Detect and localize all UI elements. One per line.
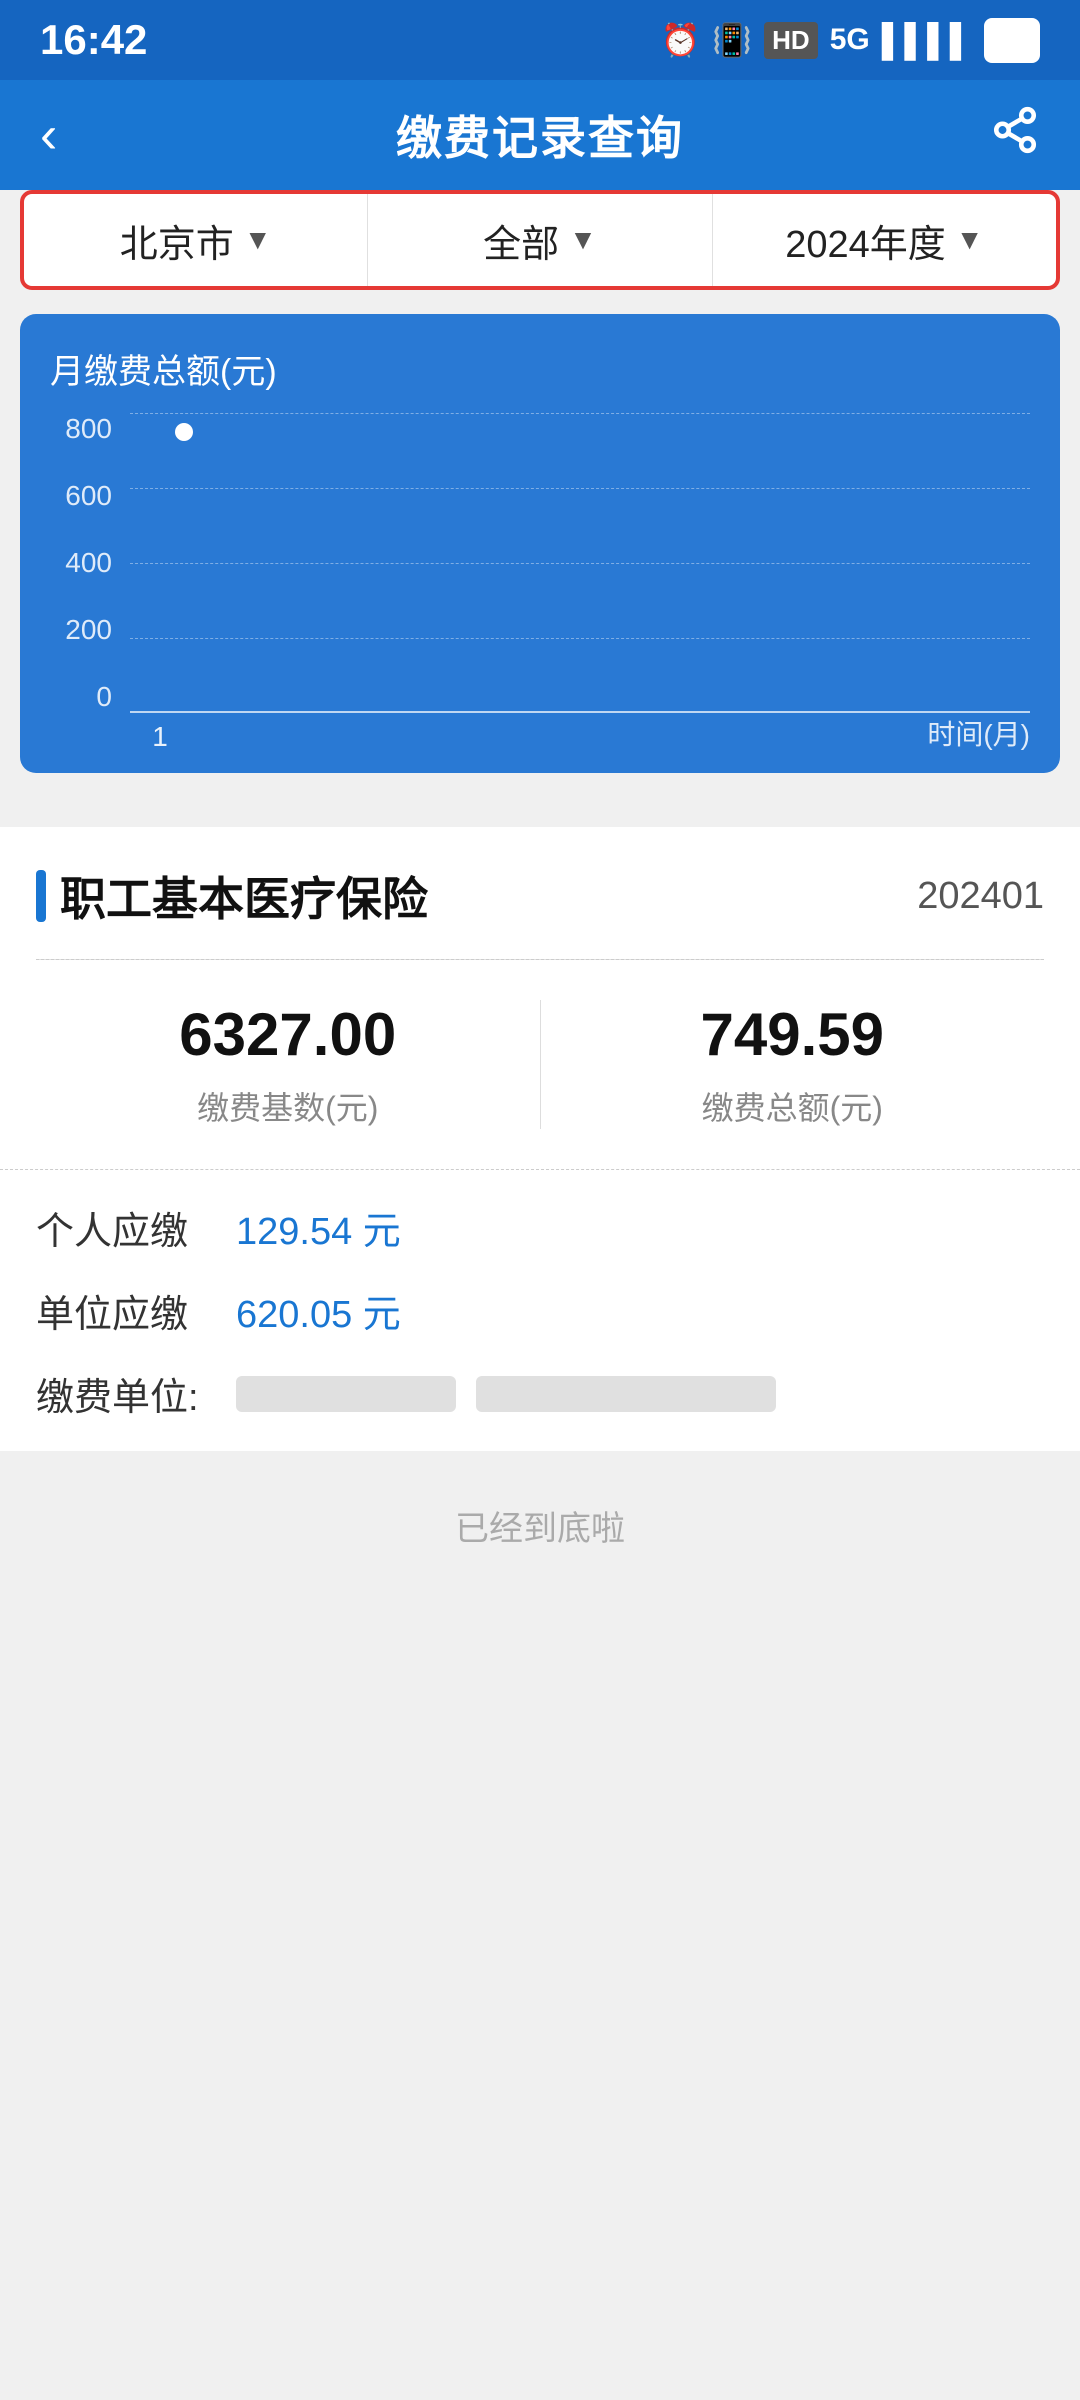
hd-icon: HD: [764, 22, 818, 59]
alarm-icon: ⏰: [660, 21, 700, 59]
payer-blur-1: [236, 1376, 456, 1412]
type-dropdown-icon: ▼: [569, 224, 597, 256]
signal-icon: ▌▌▌▌: [882, 22, 973, 59]
section-title-wrap: 职工基本医疗保险: [36, 863, 428, 929]
base-amount-label: 缴费基数(元): [197, 1083, 378, 1129]
grid-line-600: [130, 488, 1030, 489]
chart-x-labels: 1: [50, 721, 1030, 753]
city-label: 北京市: [120, 213, 234, 268]
y-label-600: 600: [50, 480, 120, 512]
personal-amount: 129.54 元: [236, 1200, 401, 1255]
chart-baseline: [130, 711, 1030, 713]
unit-row: 单位应缴 620.05 元: [36, 1283, 1044, 1338]
year-dropdown-icon: ▼: [956, 224, 984, 256]
x-label-1: 1: [130, 721, 190, 753]
payer-blur-2: [476, 1376, 776, 1412]
type-label: 全部: [483, 213, 559, 268]
total-amount-value: 749.59: [700, 1000, 884, 1069]
app-bar: ‹ 缴费记录查询: [0, 80, 1080, 190]
back-button[interactable]: ‹: [40, 105, 100, 165]
unit-amount: 620.05 元: [236, 1283, 401, 1338]
chart-container: 月缴费总额(元) 800 600 400 200 0 1 时间(: [20, 314, 1060, 773]
year-filter[interactable]: 2024年度 ▼: [713, 194, 1056, 286]
chart-y-labels: 800 600 400 200 0: [50, 413, 120, 713]
payer-row: 缴费单位:: [36, 1366, 1044, 1421]
page-title: 缴费记录查询: [396, 102, 684, 168]
share-button[interactable]: [980, 105, 1040, 166]
insurance-date: 202401: [917, 875, 1044, 918]
battery-indicator: 67: [984, 18, 1040, 63]
main-numbers: 6327.00 缴费基数(元) 749.59 缴费总额(元): [36, 1000, 1044, 1129]
total-amount-label: 缴费总额(元): [702, 1083, 883, 1129]
filter-bar: 北京市 ▼ 全部 ▼ 2024年度 ▼: [20, 190, 1060, 290]
grid-line-400: [130, 563, 1030, 564]
bottom-tip: 已经到底啦: [0, 1451, 1080, 1610]
grid-line-200: [130, 638, 1030, 639]
status-icons: ⏰ 📳 HD 5G ▌▌▌▌ 67: [660, 18, 1040, 63]
unit-label: 单位应缴: [36, 1283, 236, 1338]
base-amount-item: 6327.00 缴费基数(元): [36, 1000, 541, 1129]
personal-row: 个人应缴 129.54 元: [36, 1200, 1044, 1255]
city-dropdown-icon: ▼: [244, 224, 272, 256]
type-filter[interactable]: 全部 ▼: [368, 194, 712, 286]
insurance-title: 职工基本医疗保险: [60, 863, 428, 929]
y-label-0: 0: [50, 681, 120, 713]
base-amount-value: 6327.00: [179, 1000, 396, 1069]
payer-label: 缴费单位:: [36, 1366, 236, 1421]
section-header: 职工基本医疗保险 202401: [0, 827, 1080, 959]
total-amount-item: 749.59 缴费总额(元): [541, 1000, 1045, 1129]
chart-title: 月缴费总额(元): [50, 344, 1030, 393]
network-icon: 5G: [830, 23, 870, 57]
detail-section: 个人应缴 129.54 元 单位应缴 620.05 元 缴费单位:: [0, 1169, 1080, 1451]
chart-grid-lines: [130, 413, 1030, 713]
status-time: 16:42: [40, 16, 147, 64]
status-bar: 16:42 ⏰ 📳 HD 5G ▌▌▌▌ 67: [0, 0, 1080, 80]
section-indicator: [36, 870, 46, 922]
bottom-spacer: [0, 1610, 1080, 2210]
divider-top: [36, 959, 1044, 960]
chart-area: 800 600 400 200 0 1 时间(月): [50, 413, 1030, 753]
personal-label: 个人应缴: [36, 1200, 236, 1255]
y-label-200: 200: [50, 614, 120, 646]
y-label-800: 800: [50, 413, 120, 445]
spacer: [0, 773, 1080, 803]
chart-plot: [130, 413, 1030, 713]
chart-data-dot: [175, 423, 193, 441]
city-filter[interactable]: 北京市 ▼: [24, 194, 368, 286]
y-label-400: 400: [50, 547, 120, 579]
insurance-section: 职工基本医疗保险 202401 6327.00 缴费基数(元) 749.59 缴…: [0, 827, 1080, 1451]
vibrate-icon: 📳: [712, 21, 752, 59]
grid-line-800: [130, 413, 1030, 414]
chart-x-unit: 时间(月): [927, 713, 1030, 753]
year-label: 2024年度: [785, 213, 946, 268]
